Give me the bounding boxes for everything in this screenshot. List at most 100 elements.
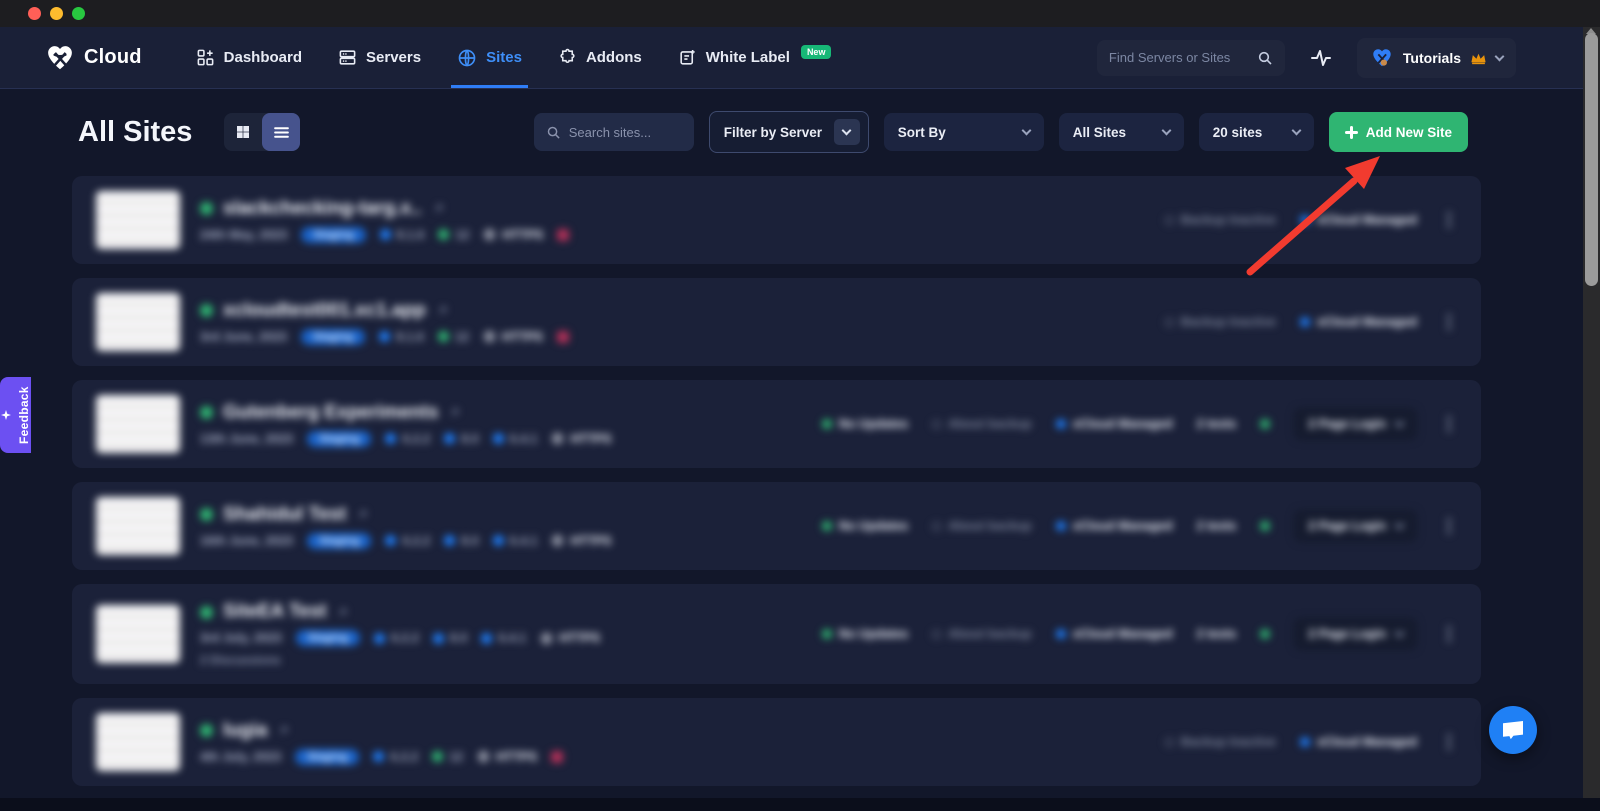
site-name[interactable]: Shahidul Test bbox=[223, 504, 346, 526]
add-new-site-button[interactable]: Add New Site bbox=[1329, 112, 1468, 152]
activity-icon[interactable] bbox=[1309, 46, 1333, 70]
all-sites-label: All Sites bbox=[1073, 125, 1126, 140]
nav-item-label: Sites bbox=[486, 49, 522, 66]
sparkle-icon bbox=[0, 409, 12, 421]
sort-by-dropdown[interactable]: Sort By bbox=[884, 113, 1044, 151]
site-row[interactable]: slackchecking-targ.x.. 24th May, 2023 St… bbox=[72, 176, 1481, 264]
nav-item-sites[interactable]: Sites bbox=[457, 27, 522, 88]
site-title-line: xcloudtest001.xc1.app bbox=[200, 300, 569, 322]
nav-item-dashboard[interactable]: Dashboard bbox=[196, 27, 302, 88]
global-search[interactable] bbox=[1097, 40, 1285, 76]
site-badge-login[interactable]: 2 Page Login bbox=[1294, 618, 1417, 650]
tutorials-button[interactable]: Tutorials bbox=[1357, 38, 1516, 78]
site-badge-blue: xCloud Managed bbox=[1056, 627, 1173, 641]
tutorials-label: Tutorials bbox=[1403, 50, 1461, 66]
nav-item-label: White Label bbox=[706, 49, 790, 66]
row-menu-icon[interactable] bbox=[1447, 422, 1451, 426]
site-env-badge: Staging bbox=[296, 630, 360, 646]
site-name[interactable]: lugia bbox=[223, 720, 267, 742]
external-link-icon[interactable] bbox=[436, 304, 449, 317]
site-row-content: xcloudtest001.xc1.app 3rd June, 2023 Sta… bbox=[72, 278, 1481, 366]
feedback-tab[interactable]: Feedback bbox=[0, 377, 31, 453]
external-link-icon[interactable] bbox=[448, 406, 461, 419]
site-name[interactable]: xcloudtest001.xc1.app bbox=[223, 300, 426, 322]
global-search-input[interactable] bbox=[1109, 50, 1249, 65]
row-menu-icon[interactable] bbox=[1447, 320, 1451, 324]
external-link-icon[interactable] bbox=[356, 508, 369, 521]
site-badge-green: No Updates bbox=[822, 627, 908, 641]
site-extra-note: 2 Discussions bbox=[200, 653, 600, 667]
add-new-site-label: Add New Site bbox=[1366, 125, 1452, 140]
site-meta-red-item bbox=[551, 751, 563, 763]
site-row-content: Shahidul Test 16th June, 2023 Staging 6.… bbox=[72, 482, 1481, 570]
site-meta-line: 24th May, 2023 Staging 8.1.612HTTPS bbox=[200, 227, 569, 243]
search-icon bbox=[546, 125, 561, 140]
per-page-dropdown[interactable]: 20 sites bbox=[1199, 113, 1314, 151]
site-list: slackchecking-targ.x.. 24th May, 2023 St… bbox=[72, 176, 1481, 798]
external-link-icon[interactable] bbox=[432, 202, 445, 215]
white-label-icon bbox=[678, 48, 697, 67]
site-name[interactable]: SiteEA Test bbox=[223, 601, 326, 623]
site-name[interactable]: Gutenberg Experiments bbox=[223, 402, 438, 424]
site-search[interactable] bbox=[534, 113, 694, 151]
chat-button[interactable] bbox=[1489, 706, 1537, 754]
site-info: SiteEA Test 3rd July, 2023 Staging 6.2.2… bbox=[200, 601, 600, 667]
site-meta-blue-item: 8.0 bbox=[444, 432, 478, 446]
external-link-icon[interactable] bbox=[277, 724, 290, 737]
site-name[interactable]: slackchecking-targ.x.. bbox=[223, 198, 422, 220]
grid-view-button[interactable] bbox=[224, 113, 262, 151]
site-title-line: Shahidul Test bbox=[200, 504, 611, 526]
row-menu-icon[interactable] bbox=[1447, 740, 1451, 744]
site-env-badge: Staging bbox=[301, 329, 365, 345]
globe-icon bbox=[477, 750, 490, 763]
site-badge-login[interactable]: 2 Page Login bbox=[1294, 408, 1417, 440]
site-meta-blue-item: 8.1.6 bbox=[380, 228, 425, 242]
site-search-input[interactable] bbox=[569, 125, 682, 140]
nav-item-white-label[interactable]: White Label New bbox=[678, 27, 832, 88]
site-row-badges: No UpdatesAbout backupxCloud Managed2 te… bbox=[822, 510, 1457, 542]
site-badge-green: No Updates bbox=[822, 519, 908, 533]
sites-icon bbox=[457, 48, 477, 68]
brand-logo[interactable]: Cloud bbox=[44, 43, 142, 73]
site-meta-globe-item: HTTPS bbox=[483, 228, 543, 242]
site-meta-blue-item: 6.2.2 bbox=[385, 534, 430, 548]
nav-item-servers[interactable]: Servers bbox=[338, 27, 421, 88]
minimize-window-button[interactable] bbox=[50, 7, 63, 20]
scrollbar-thumb[interactable] bbox=[1585, 33, 1598, 286]
row-menu-icon[interactable] bbox=[1447, 218, 1451, 222]
row-menu-icon[interactable] bbox=[1447, 632, 1451, 636]
site-meta-globe-item: HTTPS bbox=[477, 750, 537, 764]
site-row[interactable]: Shahidul Test 16th June, 2023 Staging 6.… bbox=[72, 482, 1481, 570]
chevron-down-icon bbox=[1395, 418, 1405, 428]
flag-icon bbox=[557, 331, 569, 343]
site-row[interactable]: lugia 4th July, 2023 Staging 6.2.212HTTP… bbox=[72, 698, 1481, 786]
row-menu-icon[interactable] bbox=[1447, 524, 1451, 528]
site-row[interactable]: Gutenberg Experiments 13th June, 2023 St… bbox=[72, 380, 1481, 468]
nav-menu: Dashboard Servers Sites Addons Whit bbox=[196, 27, 832, 88]
all-sites-dropdown[interactable]: All Sites bbox=[1059, 113, 1184, 151]
nav-item-label: Servers bbox=[366, 49, 421, 66]
list-view-button[interactable] bbox=[262, 113, 300, 151]
site-row[interactable]: SiteEA Test 3rd July, 2023 Staging 6.2.2… bbox=[72, 584, 1481, 684]
zoom-window-button[interactable] bbox=[72, 7, 85, 20]
chevron-down-icon bbox=[1495, 51, 1505, 61]
nav-item-addons[interactable]: Addons bbox=[558, 27, 642, 88]
site-badge-blue: xCloud Managed bbox=[1056, 519, 1173, 533]
site-meta-blue-item: 6.4.1 bbox=[481, 631, 526, 645]
site-row[interactable]: xcloudtest001.xc1.app 3rd June, 2023 Sta… bbox=[72, 278, 1481, 366]
site-meta-blue-item: 8.0 bbox=[433, 631, 467, 645]
window-titlebar bbox=[0, 0, 1600, 27]
chevron-down-icon bbox=[1021, 126, 1031, 136]
page-title: All Sites bbox=[78, 116, 192, 149]
site-meta-blue-item: 6.4.1 bbox=[493, 534, 538, 548]
nav-right-group: Tutorials bbox=[1097, 38, 1516, 78]
close-window-button[interactable] bbox=[28, 7, 41, 20]
site-badge-gray: About backup bbox=[932, 519, 1031, 533]
site-badge-login[interactable]: 2 Page Login bbox=[1294, 510, 1417, 542]
site-info: lugia 4th July, 2023 Staging 6.2.212HTTP… bbox=[200, 720, 563, 765]
filter-dropdown-toggle[interactable] bbox=[834, 119, 860, 145]
filter-by-server-dropdown[interactable]: Filter by Server bbox=[709, 111, 869, 153]
external-link-icon[interactable] bbox=[336, 606, 349, 619]
site-badge-blue: xCloud Managed bbox=[1300, 315, 1417, 329]
site-meta-blue-item: 6.2.2 bbox=[374, 631, 419, 645]
